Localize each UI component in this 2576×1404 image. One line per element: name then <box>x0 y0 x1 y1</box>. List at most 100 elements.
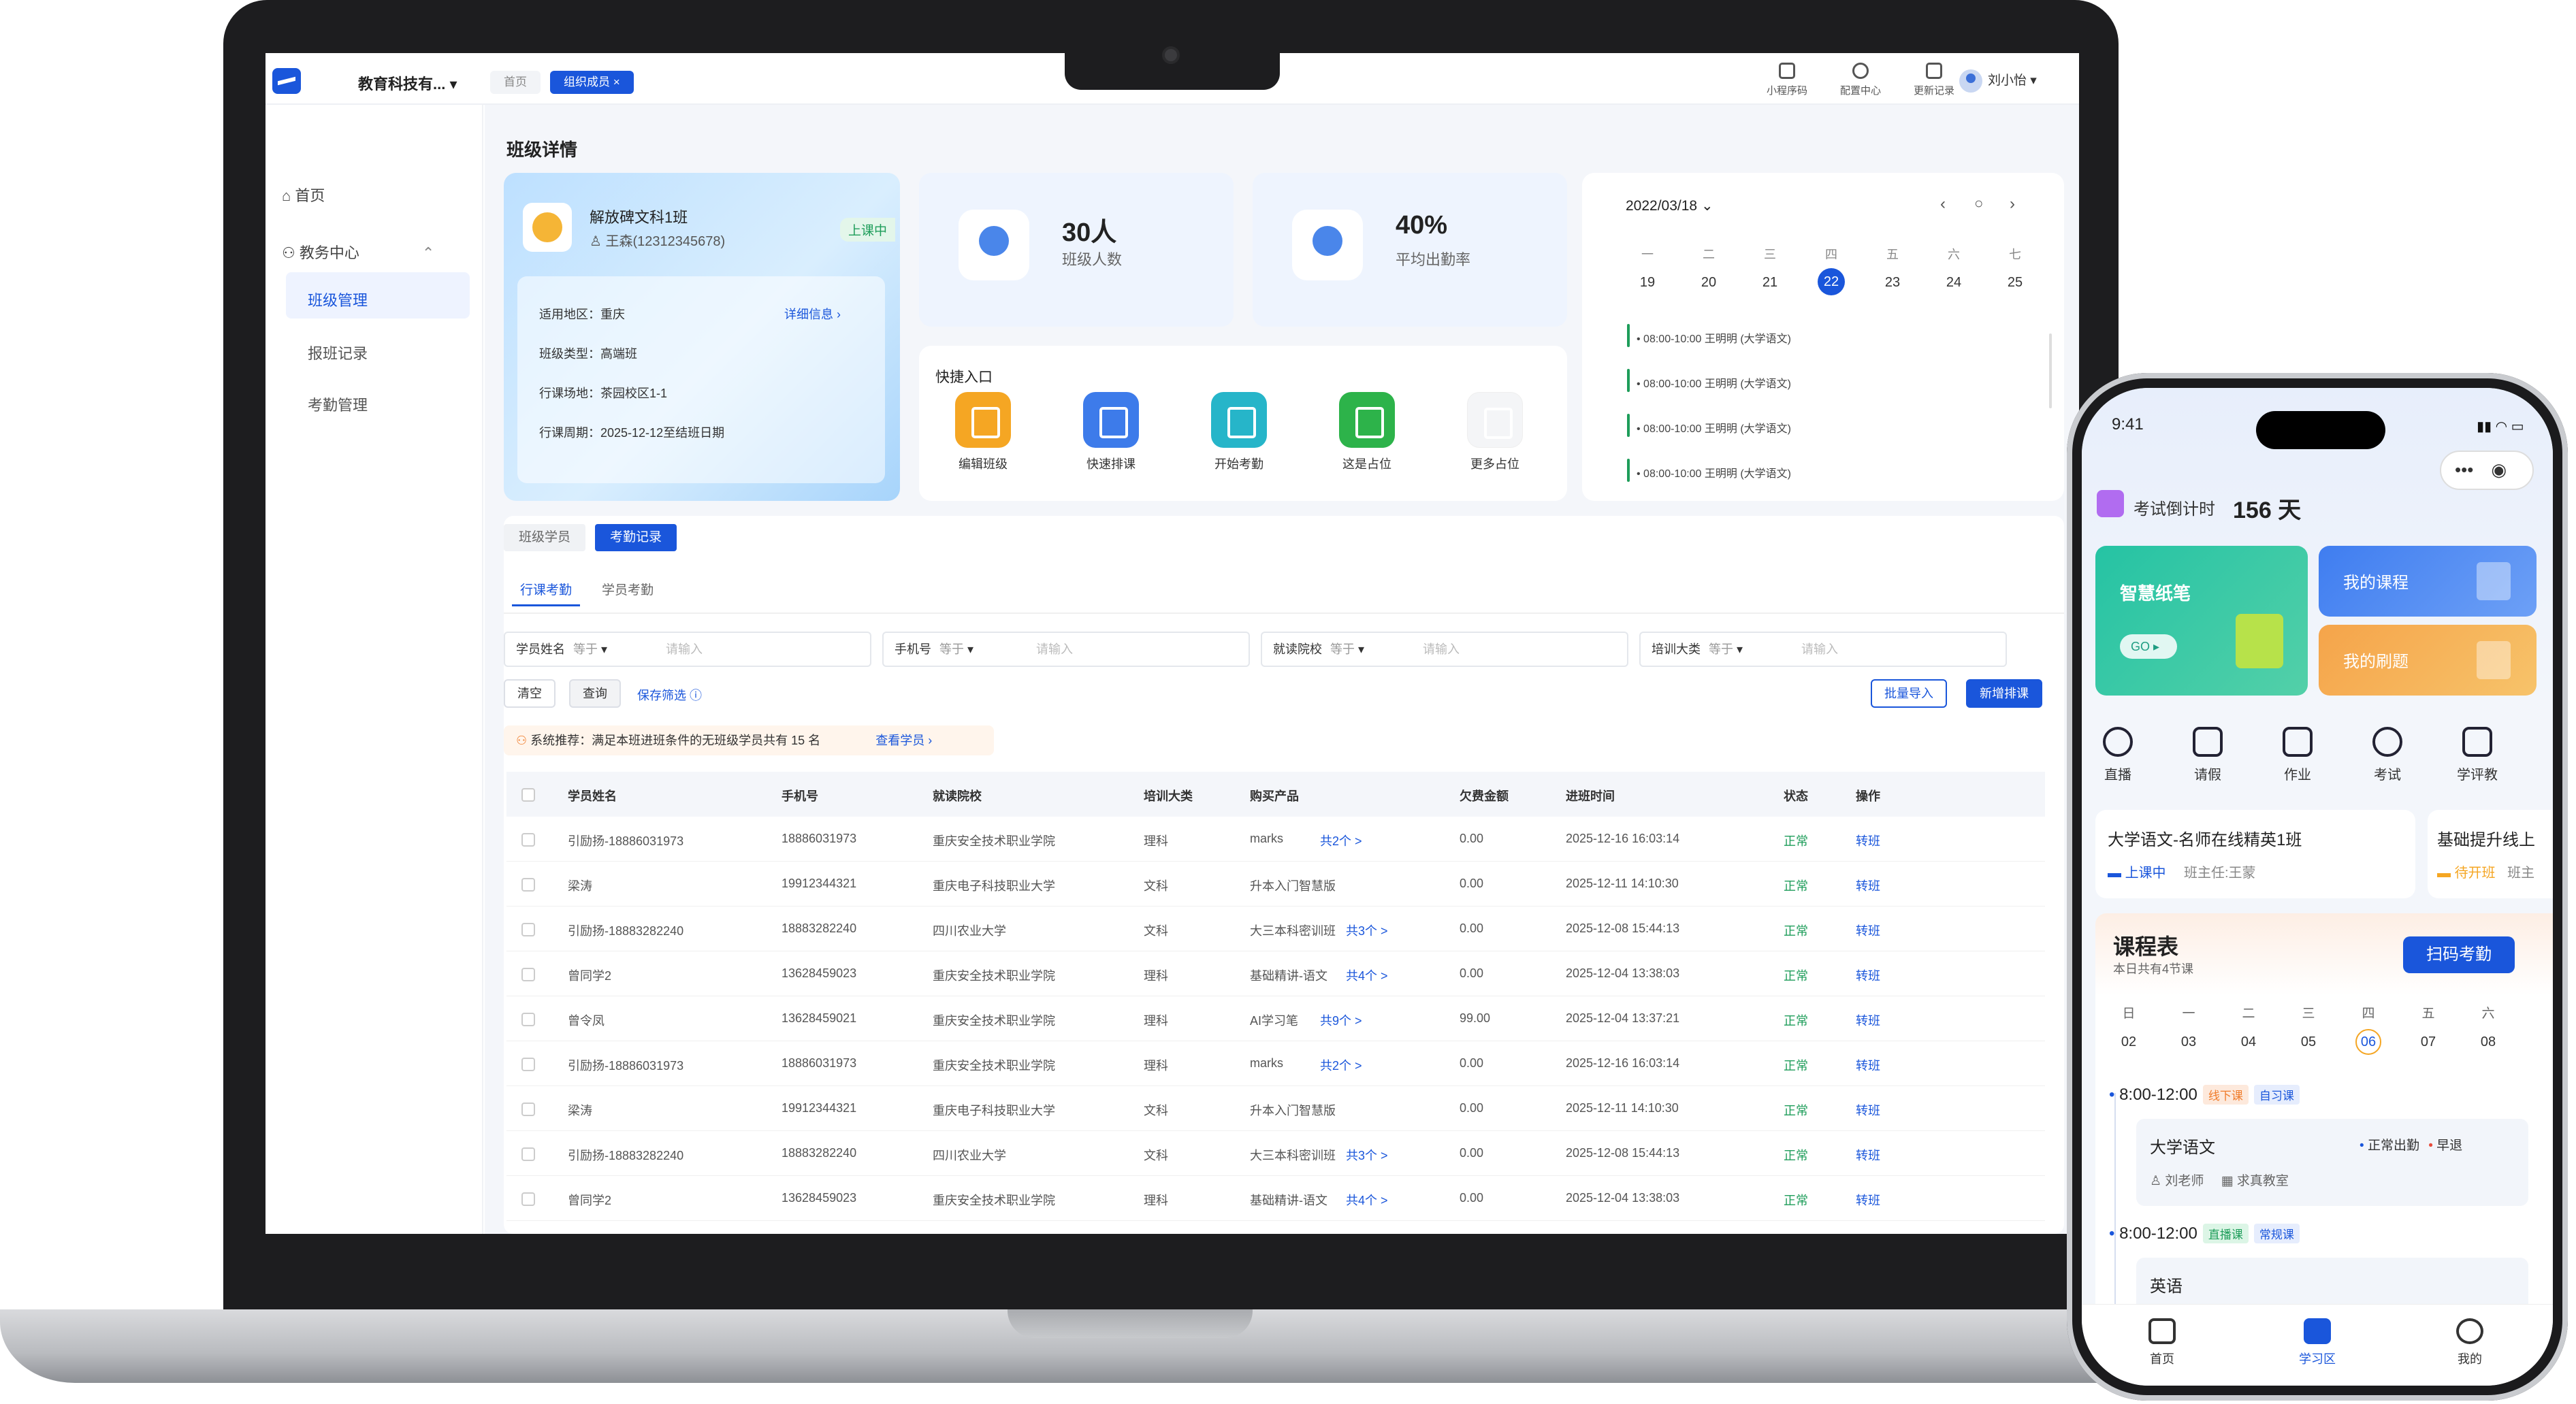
row-checkbox[interactable] <box>521 1192 535 1206</box>
filter-category[interactable]: 培训大类 等于 ▾ 请输入 <box>1639 632 2007 667</box>
product-count-link[interactable]: 共3个 > <box>1346 921 1388 939</box>
calendar-event[interactable]: • 08:00-10:00 王明明 (大学语文) <box>1626 459 1791 482</box>
table-cell[interactable]: 转班 <box>1856 1146 1880 1164</box>
quick-attendance[interactable]: 开始考勤 <box>1198 392 1280 472</box>
home-icon[interactable] <box>2148 1318 2176 1344</box>
product-count-link[interactable]: 共4个 > <box>1346 966 1388 984</box>
select-all-checkbox[interactable] <box>521 788 535 802</box>
nav-mine[interactable]: 我的 <box>2429 1350 2511 1367</box>
row-checkbox[interactable] <box>521 1058 535 1071</box>
tile-my-practice[interactable]: 我的刷题 <box>2319 625 2537 696</box>
nav-live[interactable]: 直播 <box>2087 727 2148 783</box>
org-selector[interactable]: 教育科技有... ▾ <box>358 72 457 94</box>
course-card[interactable]: 基础提升线上 ▬ 待开班 班主 <box>2428 810 2553 898</box>
nav-study[interactable]: 学习区 <box>2276 1350 2358 1367</box>
target-icon[interactable]: ◉ <box>2491 459 2507 480</box>
schedule-item[interactable]: 大学语文 • 正常出勤 • 早退 ♙ 刘老师 ▦ 求真教室 <box>2136 1119 2528 1206</box>
close-icon[interactable]: × <box>613 76 620 88</box>
qrcode-button[interactable]: 小程序码 <box>1756 63 1818 97</box>
row-checkbox[interactable] <box>521 833 535 847</box>
tab-org-members[interactable]: 组织成员 × <box>550 71 634 94</box>
row-checkbox[interactable] <box>521 1103 535 1116</box>
user-menu[interactable]: 刘小怡 ▾ <box>1959 69 2037 93</box>
tab-lesson-attendance[interactable]: 行课考勤 <box>520 580 572 598</box>
tab-student-attendance[interactable]: 学员考勤 <box>602 580 654 598</box>
product-count-link[interactable]: 共3个 > <box>1346 1146 1388 1164</box>
calendar-event[interactable]: • 08:00-10:00 王明明 (大学语文) <box>1626 369 1791 392</box>
row-checkbox[interactable] <box>521 878 535 892</box>
nav-exam[interactable]: 考试 <box>2357 727 2418 783</box>
tab-class-students[interactable]: 班级学员 <box>504 524 586 551</box>
quick-edit-class[interactable]: 编辑班级 <box>942 392 1024 472</box>
go-button[interactable]: GO ▸ <box>2120 634 2177 659</box>
sidebar-group-academic[interactable]: ⚇ 教务中心 ⌃ <box>282 241 434 263</box>
table-cell[interactable]: 转班 <box>1856 1056 1880 1074</box>
nav-home[interactable]: 首页 <box>2121 1350 2203 1367</box>
schedule-day[interactable]: 03 <box>2172 1034 2206 1050</box>
table-cell[interactable]: 转班 <box>1856 1101 1880 1119</box>
capsule-menu[interactable]: ••• ◉ <box>2440 451 2534 490</box>
table-cell[interactable]: 转班 <box>1856 1191 1880 1209</box>
more-icon[interactable]: ••• <box>2455 459 2473 480</box>
filter-school[interactable]: 就读院校 等于 ▾ 请输入 <box>1261 632 1628 667</box>
clear-button[interactable]: 清空 <box>504 679 556 708</box>
sidebar-item-attendance[interactable]: 考勤管理 <box>308 393 368 415</box>
product-count-link[interactable]: 共2个 > <box>1320 832 1362 849</box>
product-count-link[interactable]: 共4个 > <box>1346 1191 1388 1209</box>
save-filter-link[interactable]: 保存筛选 ⓘ <box>637 686 702 704</box>
calendar-date-picker[interactable]: 2022/03/18 ⌄ <box>1626 197 1713 214</box>
table-cell[interactable]: 转班 <box>1856 1011 1880 1029</box>
product-count-link[interactable]: 共2个 > <box>1320 1056 1362 1074</box>
nav-leave[interactable]: 请假 <box>2177 727 2238 783</box>
sidebar-item-enroll-records[interactable]: 报班记录 <box>308 342 368 363</box>
schedule-day-selected[interactable]: 06 <box>2355 1029 2381 1055</box>
batch-import-button[interactable]: 批量导入 <box>1871 679 1947 708</box>
table-cell[interactable]: 转班 <box>1856 832 1880 849</box>
logo-icon[interactable] <box>272 68 301 94</box>
scan-attendance-button[interactable]: 扫码考勤 <box>2403 936 2515 973</box>
schedule-day[interactable]: 04 <box>2232 1034 2266 1050</box>
calendar-scrollbar[interactable] <box>2049 333 2052 408</box>
product-count-link[interactable]: 共9个 > <box>1320 1011 1362 1029</box>
calendar-day[interactable]: 25 <box>2001 275 2029 291</box>
calendar-day[interactable]: 24 <box>1940 275 1967 291</box>
quick-schedule[interactable]: 快速排课 <box>1070 392 1152 472</box>
quick-placeholder[interactable]: 这是占位 <box>1326 392 1408 472</box>
schedule-day[interactable]: 08 <box>2471 1034 2505 1050</box>
graduation-cap-icon[interactable] <box>2304 1318 2331 1344</box>
view-students-link[interactable]: 查看学员 › <box>875 734 932 747</box>
calendar-day-selected[interactable]: 22 <box>1818 268 1845 295</box>
schedule-day[interactable]: 05 <box>2291 1034 2325 1050</box>
sidebar-item-class-management[interactable]: 班级管理 <box>308 289 368 310</box>
tile-my-courses[interactable]: 我的课程 <box>2319 546 2537 617</box>
calendar-day[interactable]: 23 <box>1879 275 1906 291</box>
nav-evaluation[interactable]: 学评教 <box>2447 727 2508 783</box>
calendar-day[interactable]: 19 <box>1634 275 1661 291</box>
today-icon[interactable]: ○ <box>1974 195 1983 212</box>
row-checkbox[interactable] <box>521 1147 535 1161</box>
query-button[interactable]: 查询 <box>569 679 621 708</box>
table-cell[interactable]: 转班 <box>1856 966 1880 984</box>
tile-smart-pen[interactable]: 智慧纸笔 GO ▸ <box>2095 546 2308 696</box>
prev-icon[interactable]: ‹ <box>1940 195 1946 214</box>
user-icon[interactable] <box>2456 1318 2483 1344</box>
table-cell[interactable]: 转班 <box>1856 921 1880 939</box>
calendar-day[interactable]: 20 <box>1695 275 1722 291</box>
detail-link[interactable]: 详细信息 › <box>784 305 841 323</box>
row-checkbox[interactable] <box>521 968 535 981</box>
sidebar-item-home[interactable]: ⌂ 首页 <box>282 184 325 206</box>
row-checkbox[interactable] <box>521 1013 535 1026</box>
config-center-button[interactable]: 配置中心 <box>1830 63 1891 97</box>
schedule-day[interactable]: 02 <box>2112 1034 2146 1050</box>
tab-attendance-records[interactable]: 考勤记录 <box>595 524 677 551</box>
calendar-event[interactable]: • 08:00-10:00 王明明 (大学语文) <box>1626 324 1791 347</box>
update-log-button[interactable]: 更新记录 <box>1903 63 1965 97</box>
calendar-event[interactable]: • 08:00-10:00 王明明 (大学语文) <box>1626 414 1791 437</box>
nav-homework[interactable]: 作业 <box>2267 727 2328 783</box>
add-schedule-button[interactable]: 新增排课 <box>1966 679 2042 708</box>
course-card[interactable]: 大学语文-名师在线精英1班 ▬ 上课中 班主任:王蒙 <box>2095 810 2415 898</box>
row-checkbox[interactable] <box>521 923 535 936</box>
filter-phone[interactable]: 手机号 等于 ▾ 请输入 <box>882 632 1250 667</box>
tab-home[interactable]: 首页 <box>490 71 541 94</box>
next-icon[interactable]: › <box>2010 195 2015 214</box>
